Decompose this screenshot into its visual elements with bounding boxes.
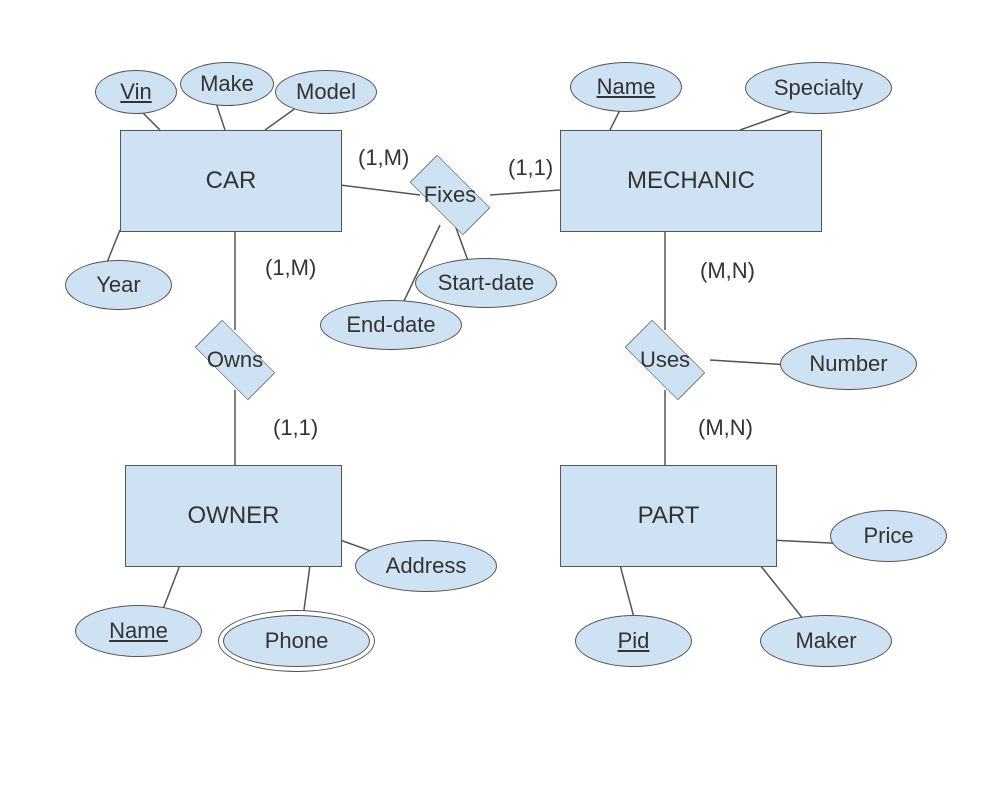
attribute-maker-label: Maker xyxy=(795,628,856,654)
relationship-fixes: Fixes xyxy=(400,160,500,230)
attribute-address: Address xyxy=(355,540,497,592)
attribute-owner-name: Name xyxy=(75,605,202,657)
attribute-make-label: Make xyxy=(200,71,254,97)
cardinality-mech-uses: (M,N) xyxy=(700,258,755,284)
attribute-model-label: Model xyxy=(296,79,356,105)
relationship-uses: Uses xyxy=(615,325,715,395)
entity-owner: OWNER xyxy=(125,465,342,567)
cardinality-mech-fixes: (1,1) xyxy=(508,155,553,181)
entity-part-label: PART xyxy=(638,502,700,530)
attribute-number-label: Number xyxy=(809,351,887,377)
attribute-address-label: Address xyxy=(386,553,467,579)
entity-mechanic-label: MECHANIC xyxy=(627,167,755,195)
attribute-maker: Maker xyxy=(760,615,892,667)
attribute-pid-label: Pid xyxy=(618,628,650,654)
entity-part: PART xyxy=(560,465,777,567)
cardinality-owner-owns: (1,1) xyxy=(273,415,318,441)
relationship-owns-label: Owns xyxy=(207,347,263,373)
attribute-price: Price xyxy=(830,510,947,562)
attribute-start-date-label: Start-date xyxy=(438,270,535,296)
attribute-year-label: Year xyxy=(96,272,140,298)
attribute-number: Number xyxy=(780,338,917,390)
attribute-year: Year xyxy=(65,260,172,310)
attribute-price-label: Price xyxy=(863,523,913,549)
relationship-owns: Owns xyxy=(185,325,285,395)
entity-car: CAR xyxy=(120,130,342,232)
attribute-mechanic-name-label: Name xyxy=(597,74,656,100)
cardinality-car-owns: (1,M) xyxy=(265,255,316,281)
attribute-end-date: End-date xyxy=(320,300,462,350)
entity-mechanic: MECHANIC xyxy=(560,130,822,232)
attribute-start-date: Start-date xyxy=(415,258,557,308)
attribute-pid: Pid xyxy=(575,615,692,667)
entity-owner-label: OWNER xyxy=(188,502,280,530)
attribute-vin-label: Vin xyxy=(120,79,151,105)
attribute-specialty-label: Specialty xyxy=(774,75,863,101)
relationship-fixes-label: Fixes xyxy=(424,182,477,208)
attribute-phone: Phone xyxy=(223,615,370,667)
cardinality-part-uses: (M,N) xyxy=(698,415,753,441)
attribute-owner-name-label: Name xyxy=(109,618,168,644)
cardinality-car-fixes: (1,M) xyxy=(358,145,409,171)
attribute-specialty: Specialty xyxy=(745,62,892,114)
attribute-model: Model xyxy=(275,70,377,114)
attribute-make: Make xyxy=(180,62,274,106)
attribute-phone-label: Phone xyxy=(265,628,329,654)
entity-car-label: CAR xyxy=(206,167,257,195)
attribute-end-date-label: End-date xyxy=(346,312,435,338)
connector-lines xyxy=(0,0,1001,788)
relationship-uses-label: Uses xyxy=(640,347,690,373)
attribute-vin: Vin xyxy=(95,70,177,114)
attribute-mechanic-name: Name xyxy=(570,62,682,112)
